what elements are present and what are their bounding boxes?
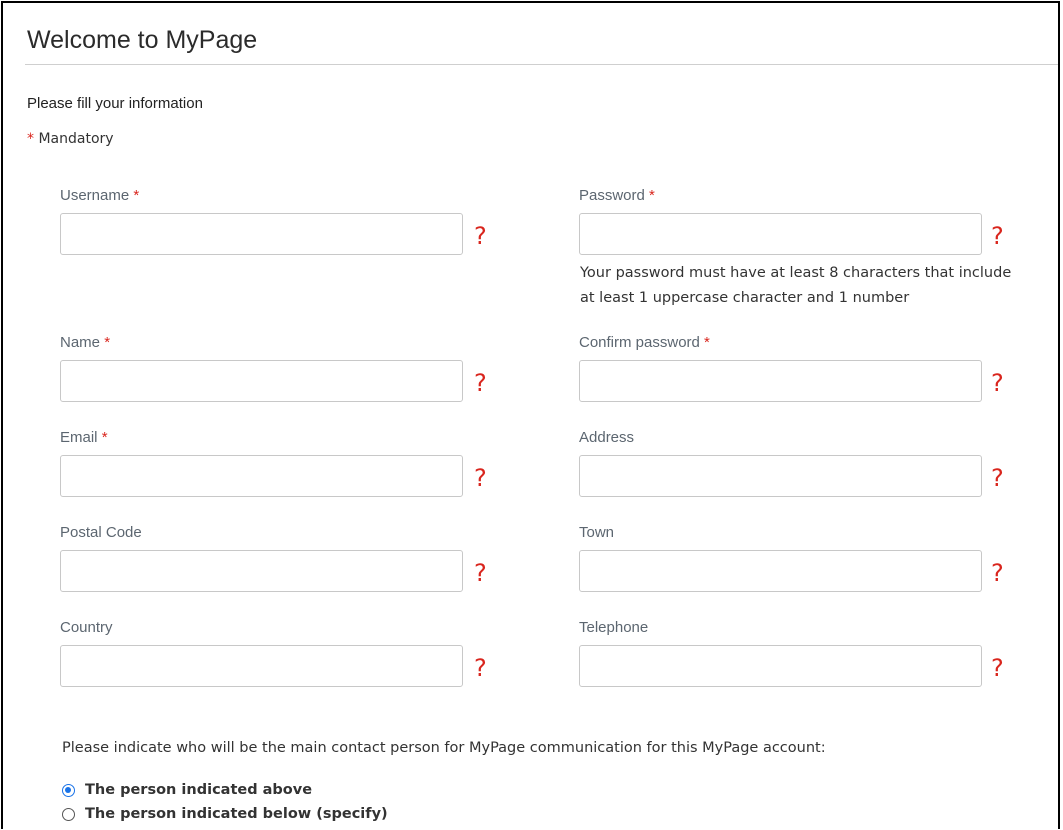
postal-code-input[interactable]: [60, 550, 463, 592]
password-input[interactable]: [579, 213, 982, 255]
help-question-icon[interactable]: ?: [991, 466, 1004, 490]
country-input[interactable]: [60, 645, 463, 687]
form-panel: Welcome to MyPage Please fill your infor…: [1, 1, 1060, 829]
help-question-icon[interactable]: ?: [474, 371, 487, 395]
email-input[interactable]: [60, 455, 463, 497]
contact-option-below[interactable]: The person indicated below (specify): [62, 803, 388, 825]
radio-unchecked-icon[interactable]: [62, 807, 75, 821]
name-label: Name *: [60, 334, 110, 351]
mandatory-star: *: [27, 131, 34, 147]
email-label: Email *: [60, 429, 108, 446]
contact-question: Please indicate who will be the main con…: [62, 740, 826, 756]
country-label: Country: [60, 619, 113, 636]
telephone-label: Telephone: [579, 619, 648, 636]
postal-code-label-text: Postal Code: [60, 524, 142, 541]
postal-code-label: Postal Code: [60, 524, 142, 541]
password-label: Password *: [579, 187, 655, 204]
help-question-icon[interactable]: ?: [991, 371, 1004, 395]
town-label-text: Town: [579, 524, 615, 541]
username-label: Username *: [60, 187, 139, 204]
help-question-icon[interactable]: ?: [474, 561, 487, 585]
email-label-text: Email: [60, 429, 98, 446]
help-question-icon[interactable]: ?: [474, 466, 487, 490]
username-label-text: Username: [60, 187, 130, 204]
address-label-text: Address: [579, 429, 635, 446]
page-title: Welcome to MyPage: [27, 26, 258, 54]
mandatory-label: Mandatory: [38, 131, 114, 147]
name-input[interactable]: [60, 360, 463, 402]
confirm-password-label-text: Confirm password: [579, 334, 700, 351]
password-hint: Your password must have at least 8 chara…: [580, 265, 1012, 306]
telephone-input[interactable]: [579, 645, 982, 687]
contact-option-label: The person indicated below (specify): [85, 806, 388, 822]
required-star: *: [101, 429, 108, 446]
intro-text: Please fill your information: [27, 95, 203, 112]
confirm-password-label: Confirm password *: [579, 334, 710, 351]
radio-checked-icon[interactable]: [62, 783, 75, 797]
town-input[interactable]: [579, 550, 982, 592]
password-label-text: Password: [579, 187, 645, 204]
telephone-label-text: Telephone: [579, 619, 649, 636]
country-label-text: Country: [60, 619, 113, 636]
required-star: *: [704, 334, 710, 351]
address-label: Address: [579, 429, 634, 446]
help-question-icon[interactable]: ?: [991, 656, 1004, 680]
required-star: *: [133, 187, 140, 204]
help-question-icon[interactable]: ?: [991, 224, 1004, 248]
contact-option-above[interactable]: The person indicated above: [62, 779, 312, 801]
town-label: Town: [579, 524, 614, 541]
confirm-password-input[interactable]: [579, 360, 982, 402]
mandatory-note: * Mandatory: [27, 131, 114, 147]
help-question-icon[interactable]: ?: [991, 561, 1004, 585]
address-input[interactable]: [579, 455, 982, 497]
username-input[interactable]: [60, 213, 463, 255]
contact-option-label: The person indicated above: [85, 782, 313, 798]
required-star: *: [649, 187, 655, 204]
name-label-text: Name: [60, 334, 101, 351]
help-question-icon[interactable]: ?: [474, 224, 487, 248]
required-star: *: [104, 334, 111, 351]
help-question-icon[interactable]: ?: [474, 656, 487, 680]
title-divider: [25, 64, 1058, 65]
